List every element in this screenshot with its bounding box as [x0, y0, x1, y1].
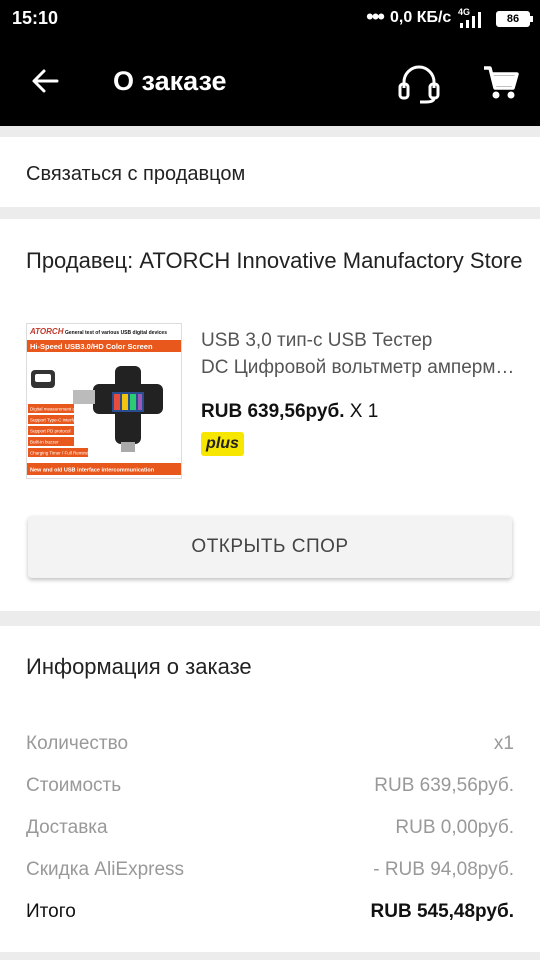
notification-dots-icon: •••: [366, 4, 385, 29]
seller-name[interactable]: Продавец: ATORCH Innovative Manufactory …: [26, 248, 536, 274]
order-row-quantity: Количество x1: [26, 733, 514, 759]
contact-seller-label: Связаться с продавцом: [26, 163, 246, 185]
order-row-label: Итого: [26, 901, 76, 922]
image-feature-5: Charging Timer / Full Reminder: [30, 451, 93, 456]
order-info-card: Информация о заказе Количество x1 Стоимо…: [0, 626, 540, 952]
order-row-label: Скидка AliExpress: [26, 859, 185, 880]
order-row-total: Итого RUB 545,48руб.: [26, 901, 514, 927]
order-row-discount: Скидка AliExpress - RUB 94,08руб.: [26, 859, 514, 885]
product-price-row: RUB 639,56руб. X 1: [201, 401, 378, 423]
product-name[interactable]: USB 3,0 тип-с USB Тестер DC Цифровой вол…: [201, 327, 519, 381]
image-feature-2: Support Type-C interface: [30, 418, 80, 423]
order-row-cost: Стоимость RUB 639,56руб.: [26, 775, 514, 801]
order-row-label: Доставка: [26, 817, 108, 838]
network-speed: 0,0 КБ/с: [390, 9, 452, 26]
order-row-value: RUB 639,56руб.: [374, 775, 514, 796]
product-quantity: X 1: [349, 401, 379, 422]
contact-seller-row[interactable]: Связаться с продавцом: [0, 137, 540, 207]
status-bar: 15:10 ••• 0,0 КБ/с 4G 86: [0, 0, 540, 38]
seller-product-card: Продавец: ATORCH Innovative Manufactory …: [0, 219, 540, 611]
image-feature-1: Digital measurement display: [30, 407, 87, 412]
product-name-line1: USB 3,0 тип-с USB Тестер: [201, 330, 433, 351]
product-image[interactable]: ATORCH General test of various USB digit…: [26, 323, 182, 479]
plus-badge: plus: [201, 432, 244, 456]
order-total-value: RUB 545,48руб.: [370, 901, 515, 922]
image-footer: New and old USB interface intercommunica…: [30, 468, 155, 474]
open-dispute-button[interactable]: ОТКРЫТЬ СПОР: [28, 516, 512, 578]
order-row-shipping: Доставка RUB 0,00руб.: [26, 817, 514, 843]
product-name-line2: DC Цифровой вольтметр амперметр: [201, 357, 519, 378]
app-bar: О заказе: [0, 38, 540, 126]
image-feature-4: Built-in buzzer: [30, 440, 59, 445]
signal-icon: [460, 12, 481, 28]
cart-icon[interactable]: [482, 64, 520, 102]
back-arrow-icon[interactable]: [30, 66, 60, 96]
order-row-value: - RUB 94,08руб.: [373, 859, 514, 880]
clock: 15:10: [12, 8, 59, 28]
image-headline: General test of various USB digital devi…: [65, 330, 167, 336]
image-brand: ATORCH: [29, 327, 64, 336]
order-row-label: Количество: [26, 733, 129, 754]
product-price: RUB 639,56руб.: [201, 401, 345, 422]
page-title: О заказе: [113, 66, 227, 96]
order-row-value: x1: [493, 733, 514, 754]
battery-icon: 86: [496, 11, 533, 27]
order-info-heading: Информация о заказе: [26, 654, 252, 679]
image-feature-3: Support PD protocol: [30, 429, 71, 434]
order-row-label: Стоимость: [26, 775, 122, 796]
image-banner: Hi-Speed USB3.0/HD Color Screen: [30, 342, 153, 351]
headset-support-icon[interactable]: [396, 62, 442, 104]
order-row-value: RUB 0,00руб.: [395, 817, 514, 838]
